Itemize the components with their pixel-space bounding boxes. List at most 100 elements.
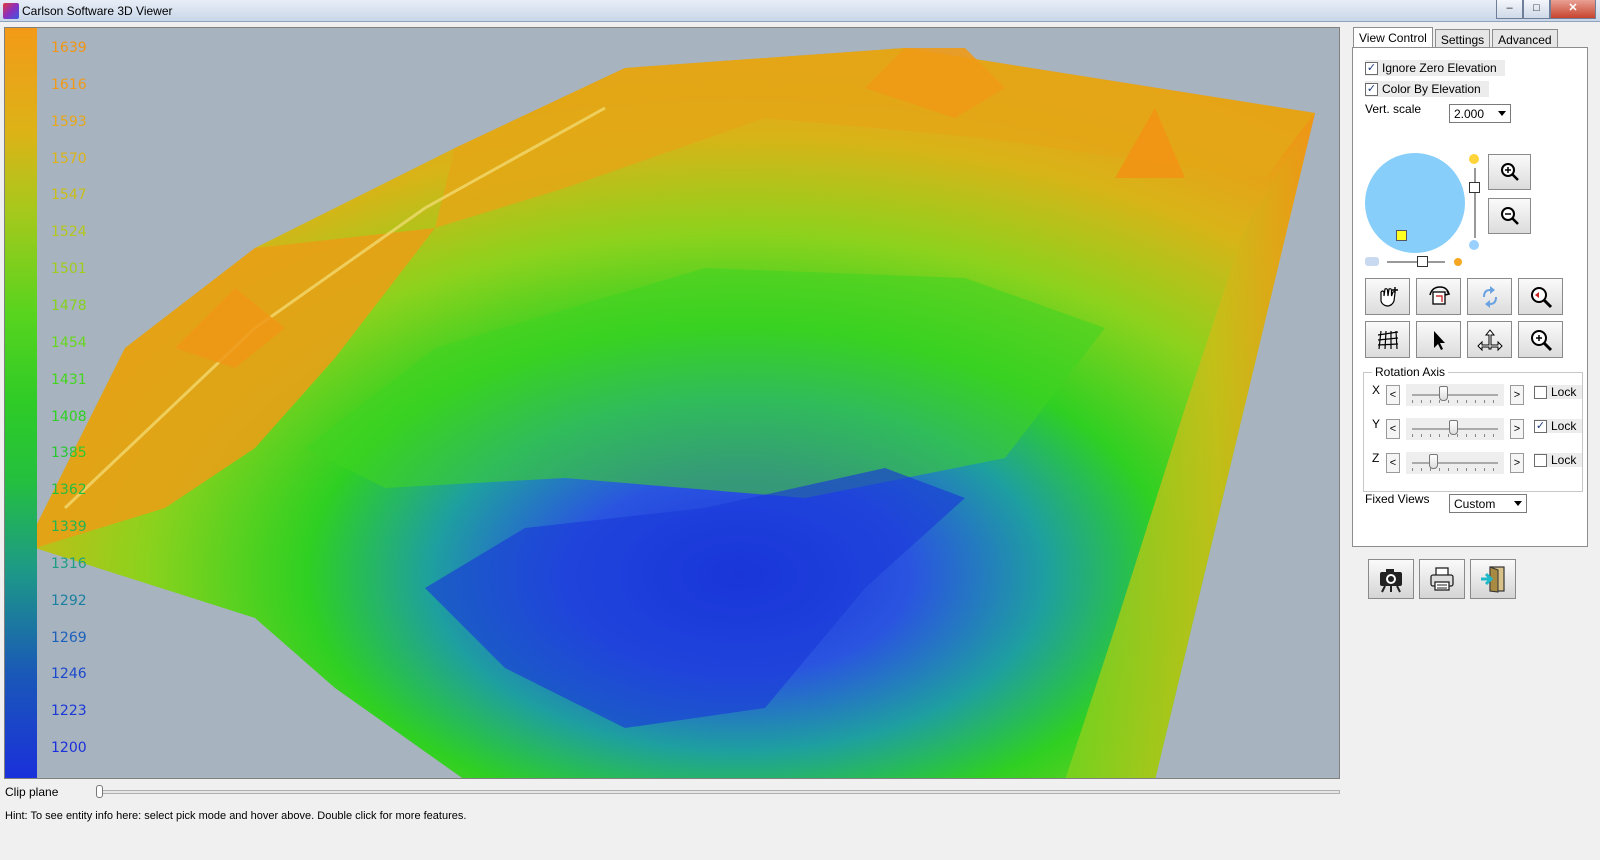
fixed-views-label: Fixed Views: [1365, 492, 1430, 506]
app-logo-icon: [3, 3, 19, 19]
zoom-extents-icon: [1530, 329, 1552, 351]
ambient-track[interactable]: [1387, 261, 1445, 263]
color-by-elevation-checkbox[interactable]: ✓: [1365, 82, 1378, 96]
legend-label: 1246: [51, 666, 87, 683]
light-intensity-track[interactable]: [1474, 168, 1476, 238]
axis-increment-button[interactable]: >: [1510, 453, 1524, 473]
zoom-in-icon: [1500, 163, 1519, 181]
ignore-zero-elevation-row[interactable]: ✓ Ignore Zero Elevation: [1365, 60, 1505, 76]
axis-lock-checkbox[interactable]: [1534, 453, 1547, 467]
ambient-high-icon: [1454, 258, 1462, 266]
tab-strip: View Control Settings Advanced: [1353, 27, 1560, 49]
color-by-elevation-row[interactable]: ✓ Color By Elevation: [1365, 81, 1489, 97]
tab-view-control[interactable]: View Control: [1353, 27, 1433, 49]
zoom-out-icon: [1500, 207, 1519, 225]
legend-label: 1292: [51, 592, 87, 609]
move-axis-button[interactable]: [1467, 321, 1512, 358]
window-title: Carlson Software 3D Viewer: [22, 4, 173, 18]
axis-slider-ticks: [1412, 468, 1498, 471]
legend-label: 1316: [51, 555, 87, 572]
axis-lock-row[interactable]: Lock: [1534, 385, 1583, 399]
axis-lock-label: Lock: [1551, 385, 1577, 399]
zoom-window-icon: [1530, 286, 1552, 308]
view-control-pane: ✓ Ignore Zero Elevation ✓ Color By Eleva…: [1352, 47, 1588, 547]
zoom-out-button[interactable]: [1488, 198, 1531, 234]
terrain-surface: [35, 48, 1315, 778]
axis-decrement-button[interactable]: <: [1386, 419, 1400, 439]
pan-button[interactable]: [1365, 278, 1410, 315]
axis-slider-thumb[interactable]: [1448, 420, 1458, 435]
elevation-color-bar: [5, 28, 37, 778]
fixed-views-select[interactable]: Custom: [1449, 494, 1527, 513]
legend-label: 1593: [51, 113, 87, 130]
legend-label: 1547: [51, 187, 87, 204]
axis-slider-ticks: [1412, 400, 1498, 403]
light-intensity-thumb[interactable]: [1469, 182, 1480, 193]
maximize-button[interactable]: □: [1523, 0, 1550, 19]
vert-scale-value: 2.000: [1454, 107, 1485, 121]
light-dim-icon: [1469, 240, 1479, 250]
exit-button[interactable]: [1470, 559, 1516, 599]
axis-lock-label: Lock: [1551, 453, 1577, 467]
axis-slider[interactable]: [1406, 384, 1504, 406]
print-button[interactable]: [1419, 559, 1465, 599]
axis-slider-thumb[interactable]: [1438, 386, 1448, 401]
axis-decrement-button[interactable]: <: [1386, 453, 1400, 473]
axis-label: Y: [1372, 417, 1381, 431]
light-bright-icon: [1469, 154, 1479, 164]
window-controls: – □ ✕: [1496, 0, 1596, 19]
color-by-elevation-label: Color By Elevation: [1382, 82, 1481, 96]
move-axis-icon: [1476, 328, 1503, 351]
chevron-down-icon: [1498, 111, 1506, 116]
close-button[interactable]: ✕: [1550, 0, 1596, 19]
mesh-button[interactable]: [1365, 321, 1410, 358]
axis-slider[interactable]: [1406, 418, 1504, 440]
axis-label: X: [1372, 383, 1381, 397]
clip-plane-slider[interactable]: [97, 790, 1340, 794]
zoom-extents-button[interactable]: [1518, 321, 1563, 358]
legend-label: 1339: [51, 519, 87, 536]
axis-lock-row[interactable]: ✓ Lock: [1534, 419, 1583, 433]
axis-slider[interactable]: [1406, 452, 1504, 474]
vert-scale-label: Vert. scale: [1365, 102, 1422, 116]
axis-decrement-button[interactable]: <: [1386, 385, 1400, 405]
light-direction-pad[interactable]: [1365, 153, 1465, 253]
tab-advanced[interactable]: Advanced: [1492, 29, 1558, 49]
rotate-view-button[interactable]: [1416, 278, 1461, 315]
hint-text: Hint: To see entity info here: select pi…: [5, 810, 467, 822]
axis-increment-button[interactable]: >: [1510, 385, 1524, 405]
orbit-button[interactable]: [1467, 278, 1512, 315]
legend-label: 1616: [51, 76, 87, 93]
pick-button[interactable]: [1416, 321, 1461, 358]
ambient-low-icon: [1365, 257, 1379, 266]
light-position-handle[interactable]: [1396, 230, 1407, 241]
axis-slider-thumb[interactable]: [1428, 454, 1438, 469]
axis-label: Z: [1372, 451, 1380, 465]
vert-scale-select[interactable]: 2.000: [1449, 104, 1511, 123]
legend-label: 1408: [51, 408, 87, 425]
legend-label: 1478: [51, 297, 87, 314]
snapshot-button[interactable]: [1368, 559, 1414, 599]
axis-increment-button[interactable]: >: [1510, 419, 1524, 439]
axis-lock-checkbox[interactable]: [1534, 385, 1547, 399]
ambient-thumb[interactable]: [1417, 256, 1428, 267]
zoom-in-button[interactable]: [1488, 154, 1531, 190]
exit-door-icon: [1481, 566, 1505, 593]
clip-plane-thumb[interactable]: [96, 785, 103, 798]
clip-plane-label: Clip plane: [5, 785, 59, 799]
rotate-view-icon: [1428, 285, 1450, 305]
ignore-zero-elevation-label: Ignore Zero Elevation: [1382, 61, 1497, 75]
legend-label: 1200: [51, 740, 87, 757]
axis-lock-label: Lock: [1551, 419, 1577, 433]
rotation-axis-group: Rotation Axis X < > Lock Y < > ✓ Lock Z < > Lock: [1363, 365, 1583, 492]
ignore-zero-elevation-checkbox[interactable]: ✓: [1365, 61, 1378, 75]
zoom-window-button[interactable]: [1518, 278, 1563, 315]
title-bar: Carlson Software 3D Viewer – □ ✕: [0, 0, 1600, 22]
axis-lock-checkbox[interactable]: ✓: [1534, 419, 1547, 433]
snapshot-camera-icon: [1380, 569, 1402, 593]
axis-lock-row[interactable]: Lock: [1534, 453, 1583, 467]
minimize-button[interactable]: –: [1496, 0, 1523, 19]
chevron-down-icon: [1514, 501, 1522, 506]
3d-viewport[interactable]: 1639 1616 1593 1570 1547 1524 1501 1478 1454 1431…: [4, 27, 1340, 779]
tab-settings[interactable]: Settings: [1434, 29, 1491, 49]
